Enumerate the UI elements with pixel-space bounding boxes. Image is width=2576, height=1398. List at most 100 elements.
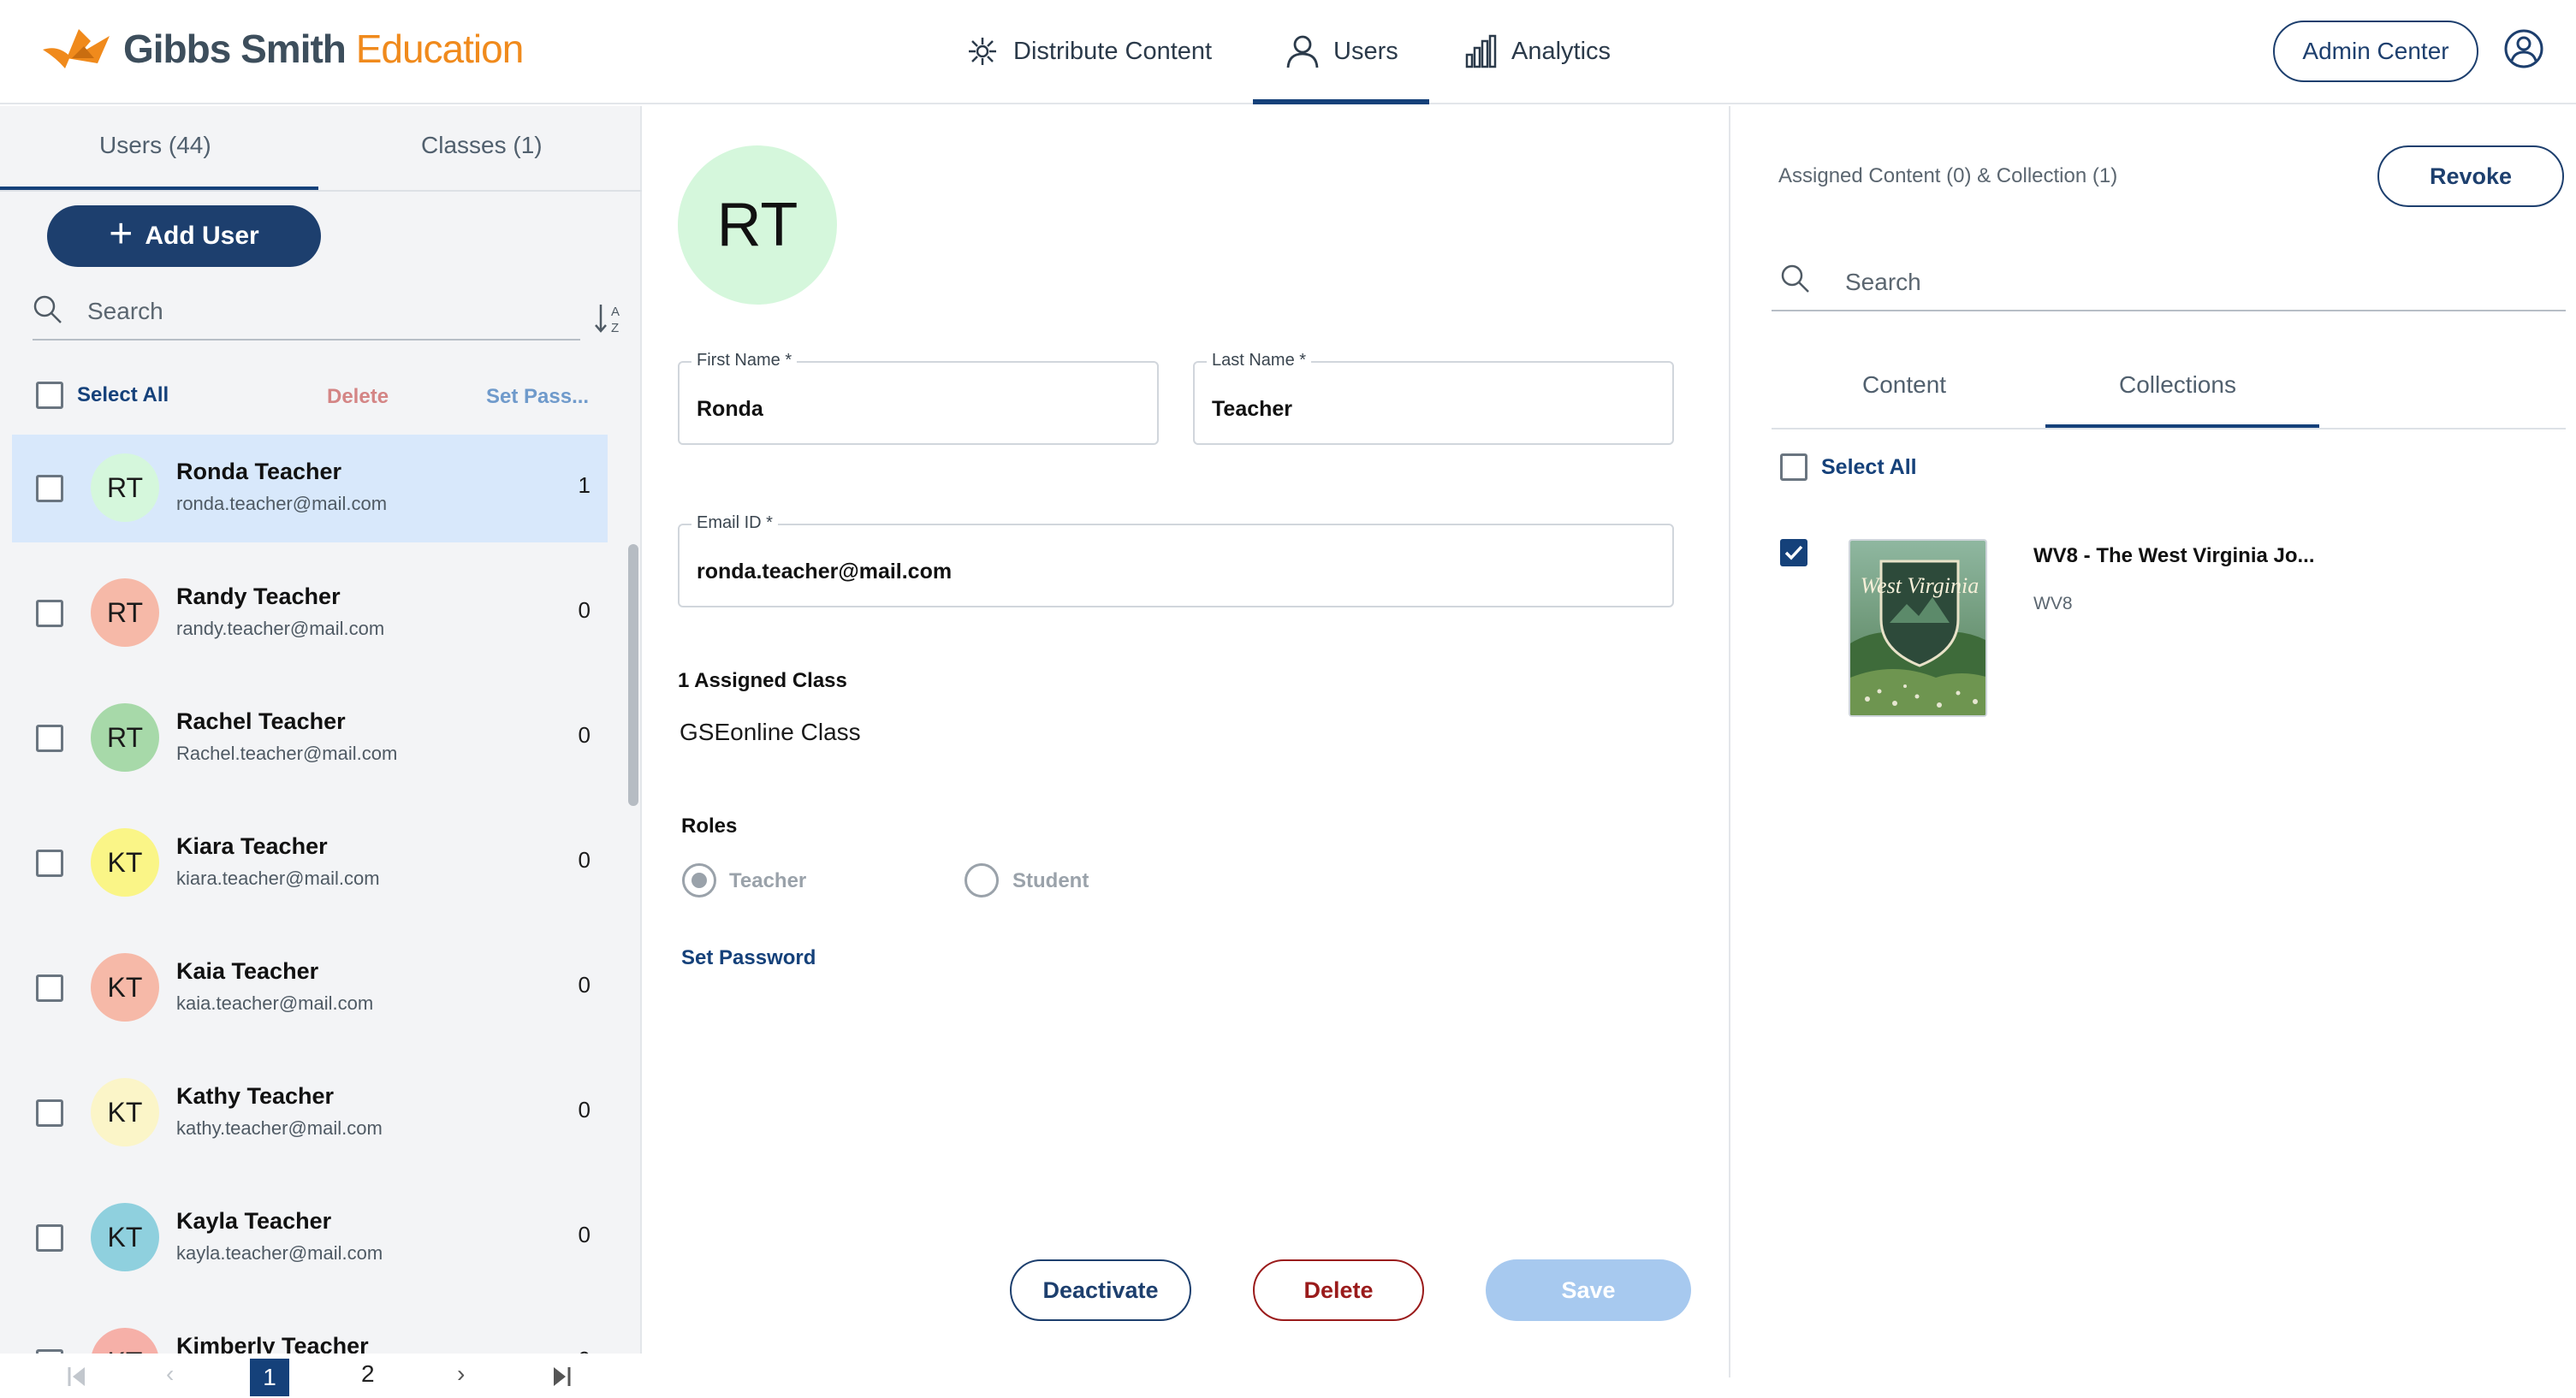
user-list-item[interactable]: RT Rachel Teacher Rachel.teacher@mail.com 0	[12, 684, 608, 792]
select-all-collections[interactable]: Select All	[1780, 453, 1917, 481]
content-search-input[interactable]: Search	[1772, 253, 2566, 311]
checkbox[interactable]	[36, 1099, 63, 1127]
user-list-item[interactable]: KT Kayla Teacher kayla.teacher@mail.com 0	[12, 1184, 608, 1292]
collection-code: WV8	[2033, 594, 2073, 613]
checkbox[interactable]	[36, 600, 63, 627]
checkbox[interactable]	[1780, 453, 1807, 481]
tab-active-indicator	[2045, 424, 2319, 428]
field-label: Last Name *	[1207, 351, 1312, 370]
delete-user-button[interactable]: Delete	[1253, 1259, 1424, 1321]
account-circle-icon[interactable]	[2502, 27, 2545, 70]
tab-divider	[1772, 428, 2566, 429]
nav-active-indicator	[1253, 99, 1429, 104]
nav-distribute-content[interactable]: Distribute Content	[965, 26, 1212, 77]
avatar: KT	[91, 828, 159, 897]
collection-title[interactable]: WV8 - The West Virginia Jo...	[2033, 544, 2315, 568]
roles-heading: Roles	[681, 815, 738, 838]
checkbox[interactable]	[36, 475, 63, 502]
page-current[interactable]: 1	[250, 1359, 289, 1396]
field-value: Ronda	[697, 397, 763, 421]
user-class-count: 1	[578, 472, 591, 498]
tab-content[interactable]: Content	[1862, 371, 1946, 399]
nav-analytics[interactable]: Analytics	[1463, 26, 1611, 77]
sort-az-icon[interactable]: A Z	[594, 301, 628, 335]
avatar: RT	[91, 453, 159, 522]
last-page-icon[interactable]	[551, 1365, 572, 1388]
check-icon	[1784, 545, 1803, 560]
revoke-button[interactable]: Revoke	[2377, 145, 2564, 207]
user-search-input[interactable]: Search	[33, 286, 580, 341]
field-value: Teacher	[1212, 397, 1293, 421]
logo-brand: Gibbs Smith	[123, 27, 347, 71]
select-all-users[interactable]: Select All	[36, 382, 169, 409]
user-list-item[interactable]: KT Kaia Teacher kaia.teacher@mail.com 0	[12, 934, 608, 1042]
checkbox[interactable]	[36, 725, 63, 752]
book-cover-illustration	[1850, 541, 1985, 715]
nav-label: Distribute Content	[1013, 37, 1213, 65]
bulk-set-password-link[interactable]: Set Pass...	[486, 385, 589, 409]
user-class-count: 0	[578, 1222, 591, 1247]
role-teacher-label: Teacher	[729, 869, 807, 892]
checkbox[interactable]	[36, 850, 63, 877]
deactivate-button[interactable]: Deactivate	[1010, 1259, 1191, 1321]
prev-page-icon[interactable]: ‹	[166, 1360, 174, 1388]
last-name-field[interactable]: Last Name * Teacher	[1193, 351, 1674, 445]
user-list-item[interactable]: RT Ronda Teacher ronda.teacher@mail.com 1	[12, 435, 608, 542]
checkbox[interactable]	[36, 974, 63, 1002]
admin-center-button[interactable]: Admin Center	[2273, 21, 2478, 82]
first-page-icon[interactable]	[67, 1365, 87, 1388]
user-email: kathy.teacher@mail.com	[176, 1117, 383, 1139]
select-all-label: Select All	[77, 383, 169, 406]
collection-cover-image[interactable]: West Virginia	[1849, 539, 1987, 717]
user-list-item[interactable]: KT Kiara Teacher kiara.teacher@mail.com 0	[12, 809, 608, 917]
panel-divider	[1729, 106, 1730, 1377]
user-icon	[1286, 35, 1319, 68]
next-page-icon[interactable]: ›	[457, 1360, 465, 1388]
set-password-link[interactable]: Set Password	[681, 946, 816, 970]
nav-label: Analytics	[1511, 37, 1611, 65]
user-email: kaia.teacher@mail.com	[176, 992, 374, 1014]
email-field[interactable]: Email ID * ronda.teacher@mail.com	[678, 513, 1674, 607]
svg-text:Z: Z	[611, 321, 619, 335]
logo[interactable]: Gibbs Smith Education	[41, 24, 525, 74]
logo-suffix: Education	[355, 27, 525, 71]
tab-users[interactable]: Users (44)	[99, 132, 211, 159]
role-teacher-radio[interactable]	[682, 863, 716, 897]
collection-checkbox[interactable]	[1780, 539, 1807, 566]
role-student-radio[interactable]	[965, 863, 999, 897]
user-email: ronda.teacher@mail.com	[176, 493, 388, 514]
user-name: Kayla Teacher	[176, 1208, 332, 1234]
select-all-label: Select All	[1821, 454, 1917, 479]
add-user-label: Add User	[145, 222, 259, 250]
tab-classes[interactable]: Classes (1)	[421, 132, 543, 159]
add-user-button[interactable]: + Add User	[47, 205, 321, 267]
top-header: Gibbs Smith Education Distribute Content…	[0, 0, 2576, 104]
nav-users[interactable]: Users	[1285, 26, 1398, 77]
assigned-class-name: GSEonline Class	[680, 719, 861, 745]
avatar: KT	[91, 953, 159, 1022]
first-name-field[interactable]: First Name * Ronda	[678, 351, 1159, 445]
logo-text: Gibbs Smith Education	[123, 26, 525, 72]
checkbox[interactable]	[36, 382, 63, 409]
user-email: kiara.teacher@mail.com	[176, 868, 380, 889]
user-name: Randy Teacher	[176, 583, 341, 609]
user-list-item[interactable]: KT Kathy Teacher kathy.teacher@mail.com 0	[12, 1059, 608, 1167]
scrollbar-thumb[interactable]	[628, 544, 638, 806]
checkbox[interactable]	[36, 1224, 63, 1252]
user-list-item[interactable]: RT Randy Teacher randy.teacher@mail.com 0	[12, 560, 608, 667]
user-name: Kathy Teacher	[176, 1083, 335, 1109]
page-2[interactable]: 2	[361, 1360, 375, 1388]
assigned-class-heading: 1 Assigned Class	[678, 669, 847, 692]
bulk-delete-link[interactable]: Delete	[327, 385, 389, 409]
users-panel: Users (44) Classes (1) + Add User Search…	[0, 106, 642, 1398]
network-icon	[969, 38, 996, 65]
role-student-label: Student	[1012, 869, 1089, 892]
search-placeholder: Search	[1845, 269, 1921, 295]
tab-active-indicator	[0, 187, 318, 190]
user-name: Rachel Teacher	[176, 708, 346, 734]
search-icon	[33, 295, 62, 323]
save-button[interactable]: Save	[1486, 1259, 1691, 1321]
tab-collections[interactable]: Collections	[2119, 371, 2236, 399]
search-icon	[1781, 264, 1809, 293]
field-label: Email ID *	[691, 513, 778, 533]
